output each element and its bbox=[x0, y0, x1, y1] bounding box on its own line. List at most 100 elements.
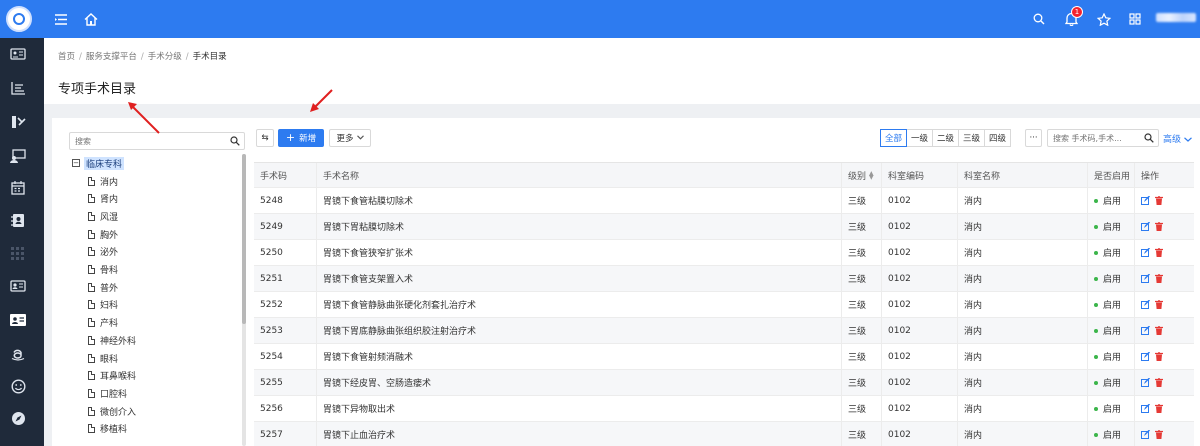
table-row[interactable]: 5253 胃镜下胃底静脉曲张组织胶注射治疗术 三级 0102 消内 启用 bbox=[254, 318, 1194, 344]
advanced-label[interactable]: 高级 bbox=[1163, 135, 1181, 145]
sort-icon[interactable]: ▲ ▼ bbox=[869, 170, 874, 180]
tree-node-label[interactable]: 神经外科 bbox=[100, 334, 136, 347]
monitor-user-icon[interactable] bbox=[8, 146, 28, 166]
edit-icon[interactable] bbox=[1141, 429, 1150, 439]
breadcrumb-item[interactable]: 手术分级 bbox=[148, 52, 182, 62]
calendar-icon[interactable] bbox=[8, 178, 28, 198]
tree-node[interactable]: 耳鼻喉科 bbox=[88, 369, 136, 383]
edit-icon[interactable] bbox=[1141, 195, 1150, 205]
column-header-enabled[interactable]: 是否启用 bbox=[1088, 163, 1135, 188]
level-filter-3[interactable]: 三级 bbox=[958, 129, 985, 147]
table-row[interactable]: 5257 胃镜下止血治疗术 三级 0102 消内 启用 bbox=[254, 422, 1194, 446]
tree-node-label[interactable]: 眼科 bbox=[100, 352, 118, 365]
delete-icon[interactable] bbox=[1155, 221, 1163, 231]
star-icon[interactable] bbox=[1094, 9, 1114, 29]
tree-node-label[interactable]: 泌外 bbox=[100, 245, 118, 258]
tree-node-label[interactable]: 风湿 bbox=[100, 210, 118, 223]
tree-node[interactable]: 眼科 bbox=[88, 351, 118, 365]
tree-node[interactable]: 风湿 bbox=[88, 209, 118, 223]
tree-node[interactable]: 肾内 bbox=[88, 192, 118, 206]
collapse-icon[interactable]: − bbox=[72, 159, 80, 167]
tree-node[interactable]: 神经外科 bbox=[88, 333, 136, 347]
tree-node-label[interactable]: 妇科 bbox=[100, 298, 118, 311]
tree-node-label[interactable]: 移植科 bbox=[100, 422, 127, 435]
tree-node[interactable]: 微创介入 bbox=[88, 404, 136, 418]
delete-icon[interactable] bbox=[1155, 403, 1163, 413]
tree-node[interactable]: 产科 bbox=[88, 316, 118, 330]
apps-icon[interactable] bbox=[1125, 9, 1145, 29]
tree-node-label[interactable]: 消内 bbox=[100, 175, 118, 188]
advanced-search-link[interactable]: 高级 bbox=[1163, 132, 1192, 145]
amazon-icon[interactable] bbox=[8, 344, 28, 364]
profile-card-active-icon[interactable] bbox=[8, 310, 28, 330]
level-filter-2[interactable]: 二级 bbox=[932, 129, 959, 147]
level-filter-1[interactable]: 一级 bbox=[906, 129, 933, 147]
table-row[interactable]: 5252 胃镜下食管静脉曲张硬化剂套扎治疗术 三级 0102 消内 启用 bbox=[254, 292, 1194, 318]
smile-icon[interactable] bbox=[8, 376, 28, 396]
tree-scrollbar-thumb[interactable] bbox=[242, 154, 246, 324]
tree-node[interactable]: 胸外 bbox=[88, 227, 118, 241]
tree-node-label[interactable]: 口腔科 bbox=[100, 387, 127, 400]
edit-icon[interactable] bbox=[1141, 221, 1150, 231]
breadcrumb-item[interactable]: 服务支撑平台 bbox=[86, 52, 137, 62]
tree-node[interactable]: 骨科 bbox=[88, 263, 118, 277]
more-dropdown[interactable]: 更多 bbox=[329, 129, 371, 147]
home-icon[interactable] bbox=[81, 9, 101, 29]
column-header-dept-code[interactable]: 科室编码 bbox=[882, 163, 958, 188]
table-search-input[interactable] bbox=[1048, 130, 1138, 146]
edit-icon[interactable] bbox=[1141, 299, 1150, 309]
compass-icon[interactable] bbox=[8, 408, 28, 428]
column-header-code[interactable]: 手术码 bbox=[254, 163, 317, 188]
breadcrumb-item[interactable]: 首页 bbox=[58, 52, 75, 62]
grid-icon[interactable] bbox=[8, 244, 28, 264]
user-avatar[interactable] bbox=[1156, 13, 1196, 22]
level-filter-4[interactable]: 四级 bbox=[984, 129, 1011, 147]
table-row[interactable]: 5256 胃镜下异物取出术 三级 0102 消内 启用 bbox=[254, 396, 1194, 422]
contact-book-icon[interactable] bbox=[8, 210, 28, 230]
table-row[interactable]: 5250 胃镜下食管狭窄扩张术 三级 0102 消内 启用 bbox=[254, 240, 1194, 266]
table-row[interactable]: 5255 胃镜下经皮胃、空肠造瘘术 三级 0102 消内 启用 bbox=[254, 370, 1194, 396]
add-button[interactable]: + 新增 bbox=[278, 129, 324, 147]
tree-node-label[interactable]: 普外 bbox=[100, 281, 118, 294]
edit-icon[interactable] bbox=[1141, 247, 1150, 257]
more-options-button[interactable]: ··· bbox=[1025, 129, 1042, 147]
tree-node-label[interactable]: 肾内 bbox=[100, 192, 118, 205]
table-row[interactable]: 5251 胃镜下食管支架置入术 三级 0102 消内 启用 bbox=[254, 266, 1194, 292]
delete-icon[interactable] bbox=[1155, 325, 1163, 335]
tree-node[interactable]: 消内 bbox=[88, 174, 118, 188]
search-icon[interactable] bbox=[1029, 9, 1049, 29]
table-search-field[interactable] bbox=[1047, 129, 1159, 147]
column-header-name[interactable]: 手术名称 bbox=[317, 163, 842, 188]
swap-button[interactable]: ⇆ bbox=[256, 129, 274, 147]
menu-icon[interactable] bbox=[51, 9, 71, 29]
delete-icon[interactable] bbox=[1155, 351, 1163, 361]
delete-icon[interactable] bbox=[1155, 299, 1163, 309]
tree-root-label[interactable]: 临床专科 bbox=[84, 156, 125, 170]
tree-node-label[interactable]: 产科 bbox=[100, 316, 118, 329]
delete-icon[interactable] bbox=[1155, 195, 1163, 205]
search-icon[interactable] bbox=[1144, 133, 1154, 146]
tree-node-label[interactable]: 胸外 bbox=[100, 228, 118, 241]
tools-icon[interactable] bbox=[8, 112, 28, 132]
delete-icon[interactable] bbox=[1155, 377, 1163, 387]
edit-icon[interactable] bbox=[1141, 325, 1150, 335]
profile-card-icon[interactable] bbox=[8, 276, 28, 296]
list-icon[interactable] bbox=[8, 78, 28, 98]
level-filter-all[interactable]: 全部 bbox=[880, 129, 907, 147]
column-header-level[interactable]: 级别 ▲ ▼ bbox=[842, 163, 882, 188]
edit-icon[interactable] bbox=[1141, 351, 1150, 361]
tree-node[interactable]: 移植科 bbox=[88, 422, 127, 436]
table-row[interactable]: 5249 胃镜下胃粘膜切除术 三级 0102 消内 启用 bbox=[254, 214, 1194, 240]
tree-node-label[interactable]: 耳鼻喉科 bbox=[100, 369, 136, 382]
tree-node[interactable]: 普外 bbox=[88, 280, 118, 294]
edit-icon[interactable] bbox=[1141, 273, 1150, 283]
edit-icon[interactable] bbox=[1141, 403, 1150, 413]
tree-node-label[interactable]: 骨科 bbox=[100, 263, 118, 276]
tree-node[interactable]: 泌外 bbox=[88, 245, 118, 259]
table-row[interactable]: 5248 胃镜下食管粘膜切除术 三级 0102 消内 启用 bbox=[254, 188, 1194, 214]
tree-node[interactable]: 妇科 bbox=[88, 298, 118, 312]
edit-icon[interactable] bbox=[1141, 377, 1150, 387]
delete-icon[interactable] bbox=[1155, 429, 1163, 439]
tree-scrollbar[interactable] bbox=[242, 154, 246, 446]
search-icon[interactable] bbox=[230, 136, 240, 149]
